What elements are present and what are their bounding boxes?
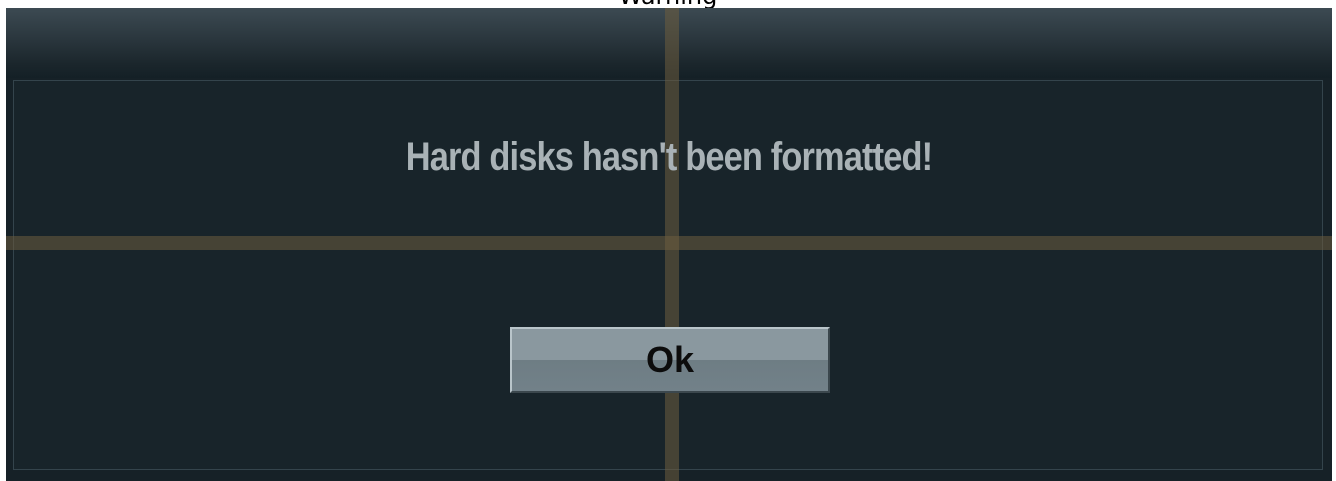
alert-dialog: Hard disks hasn't been formatted! Ok	[6, 8, 1332, 481]
ok-button[interactable]: Ok	[510, 327, 830, 393]
dialog-message: Hard disks hasn't been formatted!	[405, 135, 933, 179]
screen: Warning Hard disks hasn't been formatted…	[0, 0, 1336, 481]
crosshair-horizontal-line	[6, 236, 1332, 250]
window-title: Warning	[0, 0, 1336, 8]
